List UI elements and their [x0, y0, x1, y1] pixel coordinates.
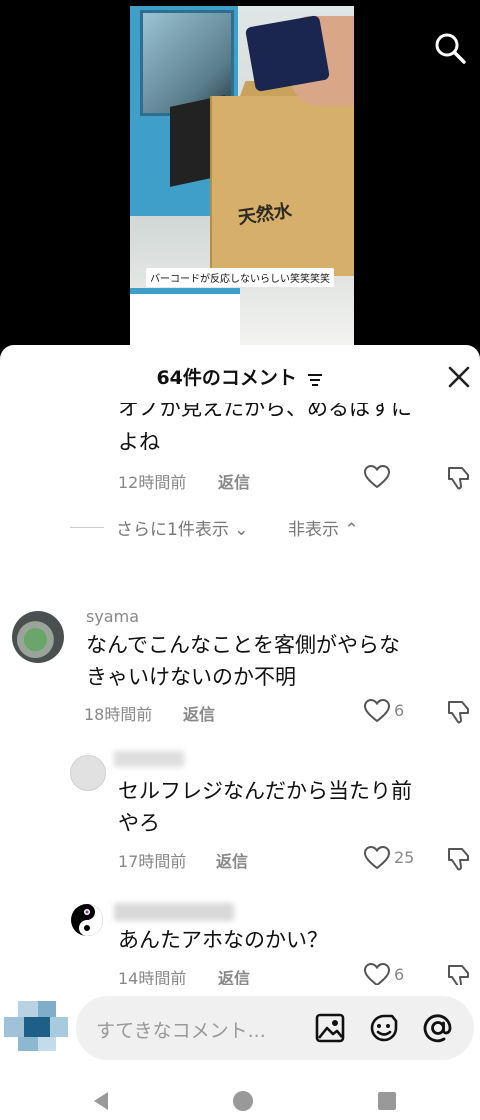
comments-title: 64件のコメント — [0, 363, 480, 390]
reply-button[interactable]: 返信 — [216, 848, 248, 872]
comment-input[interactable]: すてきなコメント... — [76, 996, 474, 1060]
comments-header: 64件のコメント — [0, 345, 480, 403]
water-box — [210, 96, 354, 276]
heart-icon[interactable] — [364, 465, 390, 489]
wallet — [244, 14, 331, 93]
reply-button[interactable]: 返信 — [183, 701, 215, 725]
avatar[interactable] — [70, 755, 106, 791]
comment-input-bar: すてきなコメント... — [0, 985, 480, 1067]
comment-time: 12時間前 — [118, 473, 187, 492]
chevron-down-icon: ⌄ — [234, 520, 249, 540]
avatar[interactable] — [70, 903, 104, 937]
username-blurred — [114, 903, 234, 921]
receipt-printer — [130, 288, 240, 345]
comment-text: あんたアホなのかい？ — [118, 924, 328, 956]
video-caption: バーコードが反応しないらしい笑笑笑笑 — [146, 268, 334, 287]
heart-icon[interactable] — [364, 699, 390, 723]
hide-label: 非表示 — [288, 520, 339, 540]
avatar[interactable] — [12, 611, 64, 663]
comment-text: セルフレジなんだから当たり前 やろ — [118, 775, 412, 839]
search-icon[interactable] — [433, 31, 467, 65]
image-icon[interactable] — [314, 1012, 346, 1044]
comment-time: 18時間前 — [84, 705, 153, 724]
comment-text-line: あんたアホなのかい？ — [118, 928, 328, 952]
like-count: 25 — [394, 848, 415, 867]
comment-time: 14時間前 — [118, 969, 187, 985]
system-nav-bar — [0, 1080, 480, 1120]
comment-username[interactable]: syama — [86, 607, 139, 626]
video-player[interactable]: 天然水 バーコードが反応しないらしい笑笑笑笑 — [0, 0, 480, 345]
show-more-replies[interactable]: さらに1件表示 ⌄ — [116, 515, 248, 540]
comment-text-line: よね — [118, 430, 160, 454]
dislike-icon[interactable] — [446, 963, 472, 985]
reply-button[interactable]: 返信 — [218, 469, 250, 493]
back-triangle-icon[interactable] — [90, 1090, 112, 1112]
comment-text-line: きゃいけないのか不明 — [86, 665, 296, 689]
comment-count-title: 64件のコメント — [156, 367, 297, 389]
heart-icon[interactable] — [364, 846, 390, 870]
reply-button[interactable]: 返信 — [218, 965, 250, 985]
hide-replies[interactable]: 非表示 ⌃ — [288, 515, 359, 540]
comment-list[interactable]: オノが見えたから、めるはすに よね 12時間前 返信 さらに1件表示 ⌄ 非表示… — [0, 403, 480, 985]
close-icon[interactable] — [447, 365, 471, 389]
comment-text-line: セルフレジなんだから当たり前 — [118, 779, 412, 803]
comment-text-line: やろ — [118, 811, 160, 835]
at-icon[interactable] — [422, 1012, 454, 1044]
like-count: 6 — [394, 965, 405, 984]
recents-square-icon[interactable] — [376, 1090, 398, 1112]
comment-text-line: なんでこんなことを客側がやらな — [86, 633, 400, 657]
comment-text: なんでこんなことを客側がやらな きゃいけないのか不明 — [86, 629, 400, 693]
video-frame[interactable]: 天然水 バーコードが反応しないらしい笑笑笑笑 — [130, 6, 354, 345]
show-more-label: さらに1件表示 — [116, 520, 229, 540]
comment-text-line: オノが見えたから、めるはすに — [118, 403, 412, 420]
thread-divider — [70, 527, 104, 528]
chevron-up-icon: ⌃ — [344, 520, 359, 540]
dislike-icon[interactable] — [446, 465, 472, 491]
username-blurred — [114, 751, 184, 767]
filter-icon[interactable] — [306, 371, 324, 387]
dislike-icon[interactable] — [446, 699, 472, 725]
heart-icon[interactable] — [364, 963, 390, 985]
dislike-icon[interactable] — [446, 846, 472, 872]
home-circle-icon[interactable] — [232, 1090, 254, 1112]
like-count: 6 — [394, 701, 405, 720]
emoji-icon[interactable] — [368, 1012, 400, 1044]
comment-input-placeholder: すてきなコメント... — [96, 1020, 266, 1042]
comment-time: 17時間前 — [118, 852, 187, 871]
comment-text: オノが見えたから、めるはすに よね — [118, 403, 412, 459]
my-avatar[interactable] — [4, 997, 68, 1055]
